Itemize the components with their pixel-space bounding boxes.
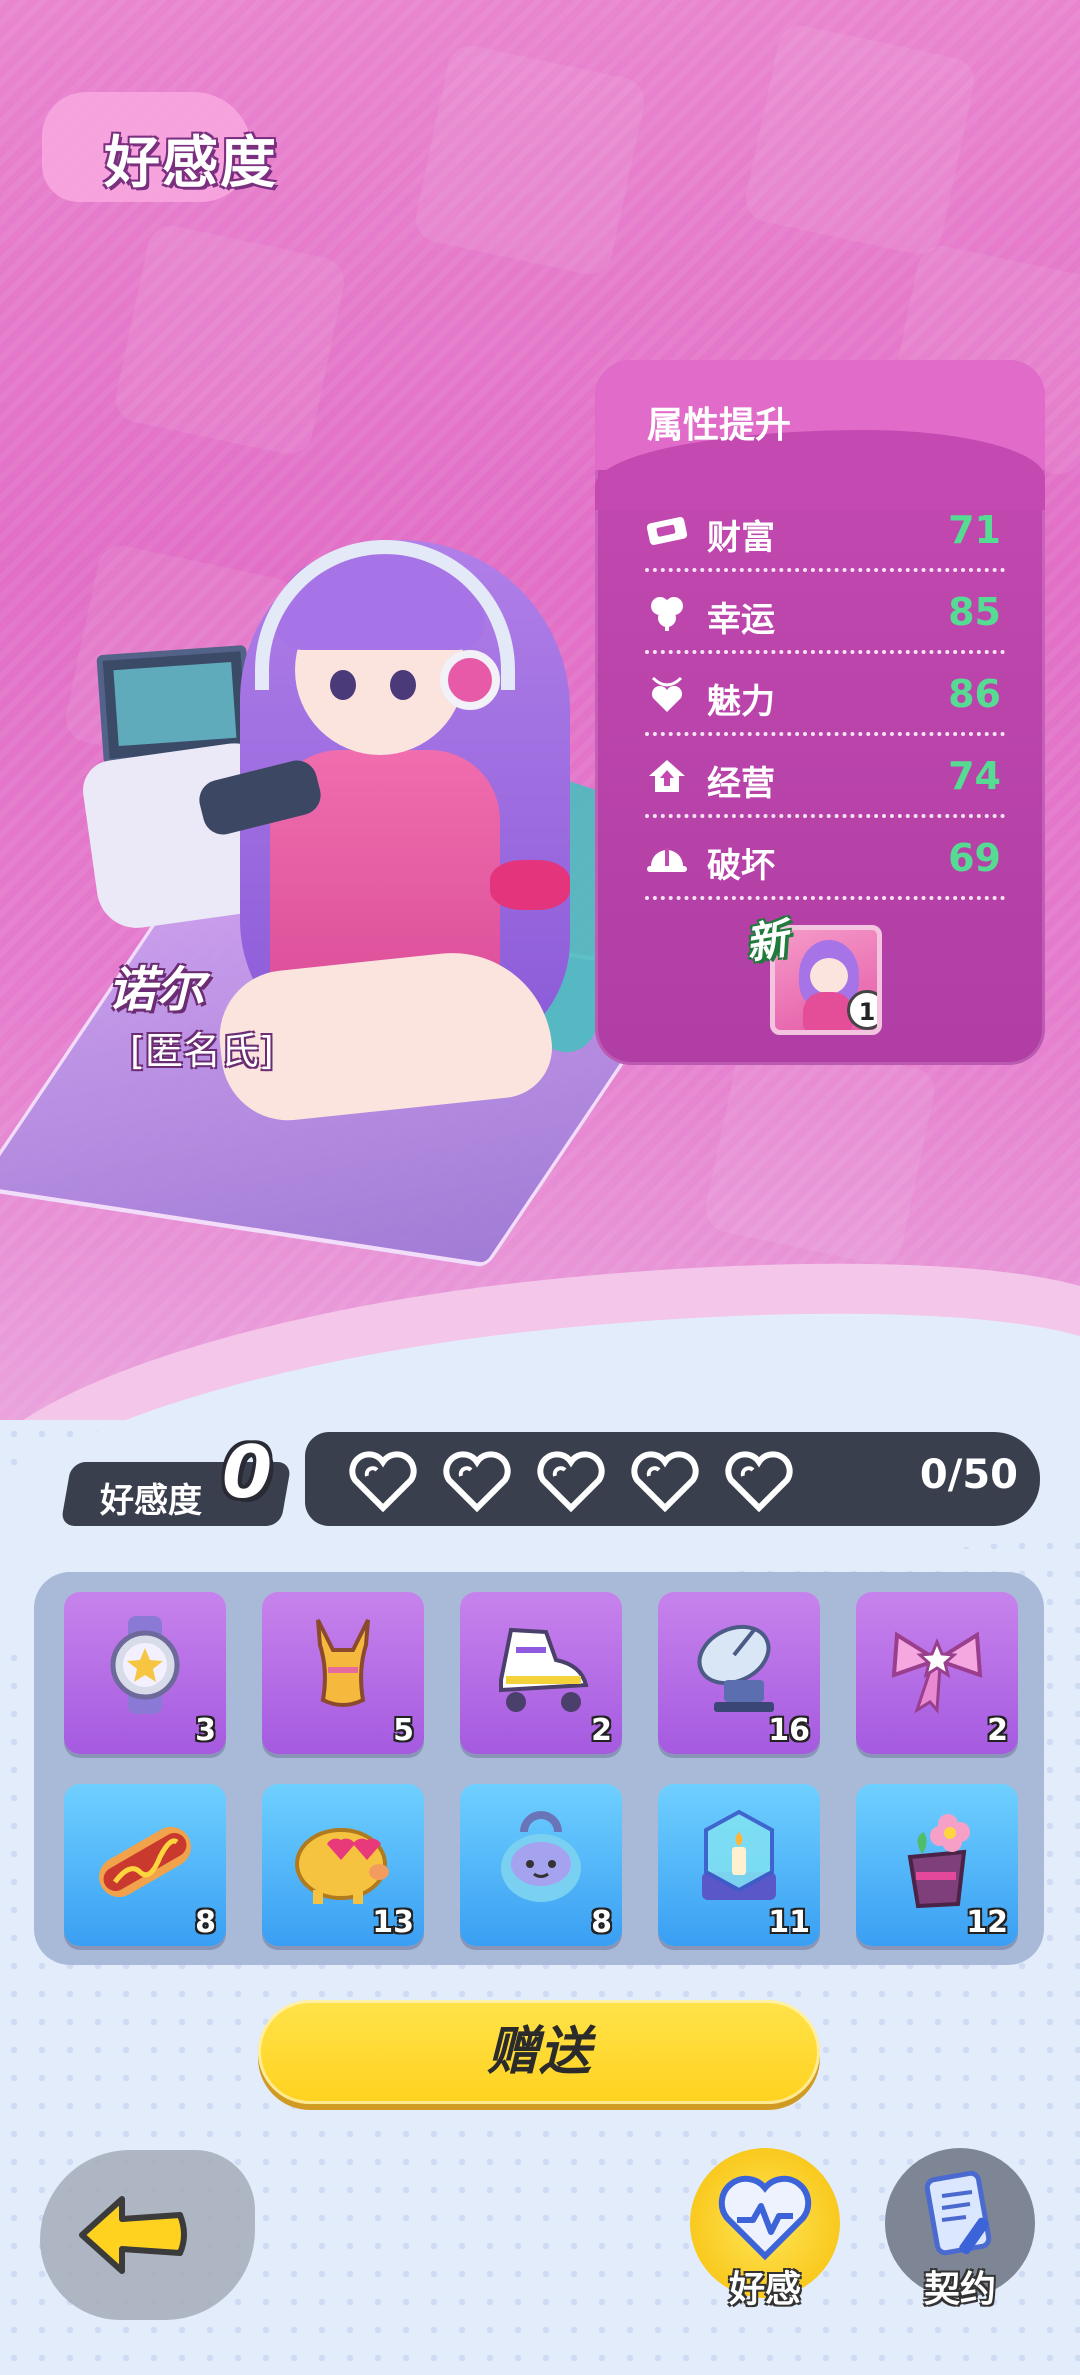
heart-outline-icon	[723, 1450, 795, 1514]
attribute-value: 69	[948, 836, 1001, 880]
heart-outline-icon	[441, 1450, 513, 1514]
attribute-row-wealth: 财富 71	[645, 490, 1005, 572]
gift-item-swimsuit[interactable]: 5	[262, 1592, 424, 1754]
gift-item-piggy-bank[interactable]: 13	[262, 1784, 424, 1946]
house-up-icon	[645, 756, 689, 796]
ribbon-bow-icon	[856, 1600, 1018, 1730]
nav-contract-button[interactable]: 契约	[885, 2148, 1035, 2310]
attribute-panel: 属性提升 财富 71 幸运 85 魅力 86 经营 74 破坏 69 1 新	[595, 360, 1045, 1065]
hotdog-icon	[64, 1792, 226, 1922]
nav-favor-label: 好感	[728, 2269, 801, 2310]
flower-pot-icon	[856, 1792, 1018, 1922]
favor-progress-text: 0/50	[919, 1452, 1018, 1498]
piggy-bank-icon	[262, 1792, 424, 1922]
card-count-badge: 1	[847, 990, 877, 1030]
gift-item-hotdog[interactable]: 8	[64, 1784, 226, 1946]
favor-label: 好感度	[100, 1481, 202, 1521]
back-button[interactable]	[72, 2185, 192, 2285]
character-name: 诺尔	[108, 962, 205, 1018]
ticket-icon	[645, 510, 689, 550]
hair-bow	[490, 860, 570, 910]
gift-item-watch[interactable]: 3	[64, 1592, 226, 1754]
nav-contract-label: 契约	[923, 2269, 996, 2310]
attribute-value: 86	[948, 672, 1001, 716]
attribute-value: 85	[948, 590, 1001, 634]
character-illustration[interactable]	[0, 500, 687, 1268]
heart-outline-icon	[347, 1450, 419, 1514]
favor-level: 0	[222, 1430, 273, 1514]
attribute-title: 属性提升	[647, 405, 792, 446]
headphone-ear	[440, 650, 500, 710]
gift-item-satellite-dish[interactable]: 16	[658, 1592, 820, 1754]
gift-item-slime-weight[interactable]: 8	[460, 1784, 622, 1946]
gift-item-candle-box[interactable]: 11	[658, 1784, 820, 1946]
scroll-pen-icon	[924, 2170, 992, 2256]
heart-outline-icon	[629, 1450, 701, 1514]
attribute-row-destruction: 破坏 69	[645, 818, 1005, 900]
new-badge: 新	[741, 913, 792, 970]
roller-skate-icon	[460, 1600, 622, 1730]
back-arrow-icon	[79, 2196, 187, 2274]
satellite-dish-icon	[658, 1600, 820, 1730]
clover-icon	[645, 592, 689, 632]
slime-weight-icon	[460, 1792, 622, 1922]
attribute-row-charm: 魅力 86	[645, 654, 1005, 736]
attribute-list: 财富 71 幸运 85 魅力 86 经营 74 破坏 69	[645, 490, 1005, 900]
heart-pulse-icon	[718, 2175, 812, 2261]
gift-item-ribbon-bow[interactable]: 2	[856, 1592, 1018, 1754]
heart-necklace-icon	[645, 674, 689, 714]
attribute-row-management: 经营 74	[645, 736, 1005, 818]
heart-outline-icon	[535, 1450, 607, 1514]
character-title: [匿名氏]	[130, 1029, 274, 1073]
gift-item-flower-pot[interactable]: 12	[856, 1784, 1018, 1946]
candle-box-icon	[658, 1792, 820, 1922]
swimsuit-icon	[262, 1600, 424, 1730]
gift-items-panel: 3 5 2 16 2 8 13 8 11 12	[34, 1572, 1044, 1965]
watch-icon	[64, 1600, 226, 1730]
favor-screen: 好感度 诺尔 [匿名氏] 属性提升 财富 71 幸运 85 魅力 86 经营 7…	[0, 0, 1080, 2375]
gift-button[interactable]: 赠送	[258, 2000, 820, 2104]
hard-hat-icon	[645, 838, 689, 878]
favor-progress-bar: 0/50	[305, 1432, 1040, 1526]
gift-item-roller-skate[interactable]: 2	[460, 1592, 622, 1754]
attribute-value: 74	[948, 754, 1001, 798]
page-title: 好感度	[104, 131, 278, 196]
attribute-value: 71	[948, 508, 1001, 552]
nav-favor-button[interactable]: 好感	[690, 2148, 840, 2310]
attribute-row-luck: 幸运 85	[645, 572, 1005, 654]
